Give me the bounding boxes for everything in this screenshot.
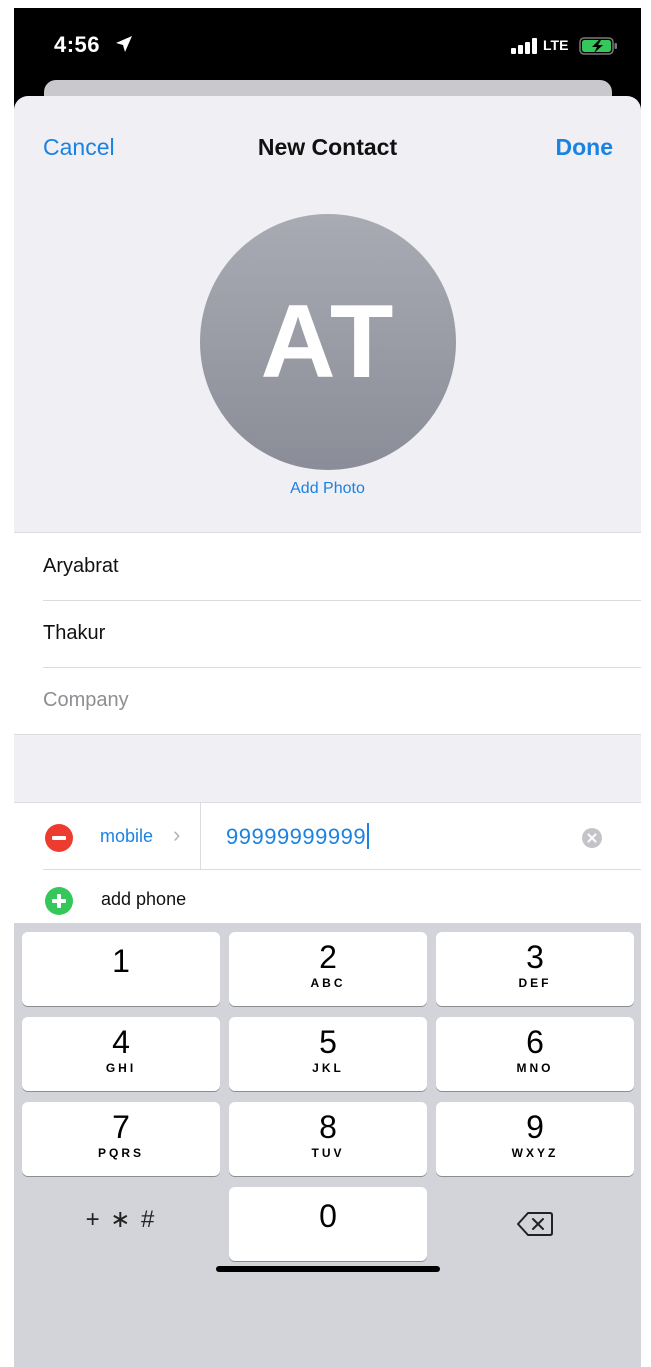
key-digit: 5	[319, 1024, 337, 1060]
device-screen: 4:56 LTE Cancel New Contact Done AT Add …	[14, 8, 641, 1367]
new-contact-sheet: Cancel New Contact Done AT Add Photo Ary…	[14, 96, 641, 1367]
chevron-right-icon: ›	[173, 822, 181, 847]
key-letters: ABC	[310, 976, 346, 990]
add-photo-button[interactable]: Add Photo	[14, 480, 641, 498]
avatar-initials: AT	[260, 283, 396, 400]
symbols-label: + ∗ #	[85, 1206, 157, 1233]
phone-label-selector[interactable]: mobile	[100, 826, 153, 847]
key-3[interactable]: 3 DEF	[436, 932, 634, 1006]
key-digit: 6	[526, 1024, 544, 1060]
key-0[interactable]: 0	[229, 1187, 427, 1261]
navigation-bar: Cancel New Contact Done	[14, 96, 641, 196]
phone-section: mobile › 99999999999 add phone	[14, 802, 641, 933]
key-digit: 2	[319, 939, 337, 975]
battery-charging-icon	[579, 37, 617, 55]
key-letters: JKL	[312, 1061, 344, 1075]
location-arrow-icon	[116, 36, 132, 52]
key-letters: MNO	[516, 1061, 554, 1075]
backspace-icon	[517, 1212, 553, 1236]
key-digit: 7	[112, 1109, 130, 1145]
text-cursor	[367, 823, 370, 849]
done-button[interactable]: Done	[556, 134, 614, 161]
key-6[interactable]: 6 MNO	[436, 1017, 634, 1091]
last-name-value: Thakur	[43, 622, 106, 644]
key-9[interactable]: 9 WXYZ	[436, 1102, 634, 1176]
key-symbols[interactable]: + ∗ #	[22, 1187, 220, 1261]
page-title: New Contact	[257, 134, 398, 160]
status-time: 4:56	[54, 32, 101, 57]
name-fields: Aryabrat Thakur Company	[14, 532, 641, 735]
add-phone-icon[interactable]	[45, 887, 73, 915]
phone-row: mobile › 99999999999	[14, 803, 641, 870]
key-letters: DEF	[518, 976, 552, 990]
network-type: LTE	[543, 37, 569, 53]
cellular-signal-icon	[511, 38, 537, 54]
key-4[interactable]: 4 GHI	[22, 1017, 220, 1091]
divider	[200, 803, 201, 870]
company-placeholder: Company	[43, 689, 129, 711]
key-5[interactable]: 5 JKL	[229, 1017, 427, 1091]
key-8[interactable]: 8 TUV	[229, 1102, 427, 1176]
company-field[interactable]: Company	[14, 667, 641, 734]
key-2[interactable]: 2 ABC	[229, 932, 427, 1006]
phone-number-value: 99999999999	[226, 824, 367, 849]
phone-number-input[interactable]: 99999999999	[226, 823, 370, 850]
clear-text-icon[interactable]	[582, 828, 602, 848]
key-letters: TUV	[311, 1146, 345, 1160]
key-digit: 9	[526, 1109, 544, 1145]
key-7[interactable]: 7 PQRS	[22, 1102, 220, 1176]
remove-phone-icon[interactable]	[45, 824, 73, 852]
numeric-keypad: 1 2 ABC 3 DEF 4 GHI 5 JKL 6 MNO 7 PQRS 8…	[14, 923, 641, 1367]
last-name-field[interactable]: Thakur	[14, 600, 641, 667]
first-name-value: Aryabrat	[43, 555, 119, 577]
key-digit: 0	[319, 1198, 337, 1234]
key-1[interactable]: 1	[22, 932, 220, 1006]
home-indicator	[216, 1266, 440, 1272]
key-letters: WXYZ	[511, 1146, 559, 1160]
first-name-field[interactable]: Aryabrat	[14, 533, 641, 600]
key-digit: 3	[526, 939, 544, 975]
key-letters: PQRS	[97, 1146, 144, 1160]
backspace-key[interactable]	[436, 1187, 634, 1261]
status-bar: 4:56 LTE	[14, 8, 641, 86]
key-digit: 1	[112, 943, 130, 979]
key-letters: GHI	[105, 1061, 137, 1075]
avatar[interactable]: AT	[200, 214, 456, 470]
add-phone-label: add phone	[101, 889, 187, 909]
key-digit: 8	[319, 1109, 337, 1145]
key-digit: 4	[112, 1024, 130, 1060]
